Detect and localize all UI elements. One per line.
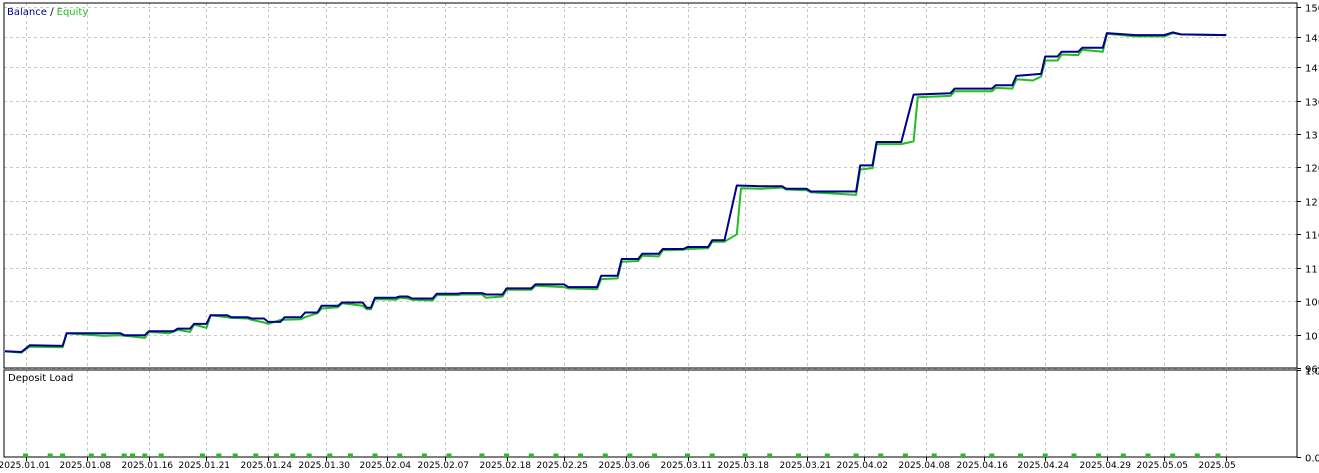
main-y-tick-label: 121 [1305, 198, 1319, 209]
deposit-load-bar [767, 453, 773, 457]
x-tick-label: 2025.02.18 [480, 461, 532, 469]
x-tick-label: 2025.01.08 [60, 461, 112, 469]
deposit-load-bar [878, 453, 884, 457]
deposit-load-bar [121, 453, 127, 457]
deposit-load-bar [158, 453, 164, 457]
deposit-load-bar [528, 453, 534, 457]
x-tick-label: 2025.04.29 [1080, 461, 1132, 469]
main-y-tick-label: 150 [1305, 4, 1319, 15]
deposit-load-bar [88, 453, 94, 457]
deposit-load-bar [960, 453, 966, 457]
deposit-load-bar [1194, 453, 1200, 457]
deposit-load-bar [1170, 453, 1176, 457]
deposit-load-bar [397, 453, 403, 457]
deposit-load-bar [989, 453, 995, 457]
x-tick-label: 2025.03.18 [718, 461, 770, 469]
deposit-load-bar [290, 453, 296, 457]
deposit-load-bar [742, 453, 748, 457]
deposit-load-bar [602, 453, 608, 457]
main-y-tick-label: 106 [1305, 298, 1319, 309]
x-tick-label: 2025.02.07 [418, 461, 470, 469]
main-y-tick-label: 131 [1305, 131, 1319, 142]
deposit-load-bar [931, 453, 937, 457]
deposit-load-bar [1215, 453, 1221, 457]
load-y-tick-label: 0.0 [1305, 454, 1319, 465]
deposit-load-bar [372, 453, 378, 457]
main-y-tick-label: 141 [1305, 64, 1319, 75]
deposit-load-bar [709, 453, 715, 457]
main-y-tick-label: 111 [1305, 265, 1319, 276]
deposit-load-bar [273, 453, 279, 457]
deposit-load-bar [232, 453, 238, 457]
main-y-tick-label: 116 [1305, 231, 1319, 242]
deposit-load-bar [685, 453, 690, 457]
x-tick-label: 2025.04.16 [957, 461, 1009, 469]
deposit-load-bar [253, 453, 259, 457]
legend-separator: / [47, 7, 57, 18]
deposit-load-bar [504, 453, 510, 457]
deposit-load-title: Deposit Load [8, 373, 73, 384]
deposit-load-bar [130, 453, 135, 457]
deposit-load-bar [1071, 453, 1077, 457]
deposit-load-bar [627, 453, 633, 457]
deposit-load-bar [421, 453, 427, 457]
deposit-load-bar [1096, 453, 1102, 457]
deposit-load-bar [1042, 453, 1048, 457]
x-tick-label: 2025.04.24 [1018, 461, 1070, 469]
deposit-load-bar [446, 453, 452, 457]
deposit-load-bar [199, 453, 205, 457]
deposit-load-bar [101, 453, 107, 457]
deposit-load-bar [824, 453, 830, 457]
x-tick-label: 2025.04.08 [899, 461, 951, 469]
x-tick-label: 2025.01.16 [122, 461, 174, 469]
legend-balance: Balance [7, 7, 47, 18]
main-y-tick-label: 126 [1305, 164, 1319, 175]
deposit-load-bar [327, 453, 333, 457]
deposit-load-bar [553, 453, 559, 457]
x-tick-label: 2025.03.21 [780, 461, 832, 469]
x-tick-label: 2025.01.24 [241, 461, 293, 469]
x-tick-label: 2025.03.06 [599, 461, 651, 469]
x-tick-label: 2025.05.05 [1137, 461, 1189, 469]
deposit-load-bar [216, 453, 222, 457]
deposit-load-bar [1018, 453, 1023, 457]
deposit-load-bar [853, 453, 859, 457]
legend-equity: Equity [57, 7, 89, 18]
x-tick-label: 2025.03.11 [661, 461, 713, 469]
legend: Balance / Equity [7, 7, 88, 18]
x-tick-label: 2025.01.21 [179, 461, 231, 469]
main-y-tick-label: 145 [1305, 34, 1319, 45]
deposit-load-bar [306, 453, 312, 457]
x-tick-label: 2025.02.04 [360, 461, 412, 469]
deposit-load-bar [1120, 453, 1126, 457]
main-y-tick-label: 101 [1305, 332, 1319, 343]
deposit-load-bar [652, 453, 658, 457]
deposit-load-bar [60, 453, 66, 457]
deposit-load-bar [1145, 453, 1151, 457]
deposit-load-bar [578, 453, 584, 457]
deposit-load-bar [47, 453, 53, 457]
deposit-load-bar [23, 453, 29, 457]
x-tick-label: 2025.04.02 [837, 461, 889, 469]
chart-canvas: 965101106111116121126131136141145150 1.0… [0, 0, 1319, 471]
main-y-tick-label: 136 [1305, 98, 1319, 109]
load-y-tick-label: 1.0 [1305, 367, 1319, 378]
x-tick-label: 2025.02.25 [537, 461, 589, 469]
deposit-load-bar [347, 453, 353, 457]
legend-text: Balance / Equity [7, 7, 88, 18]
x-tick-label: 2025.05 [1199, 461, 1236, 469]
deposit-load-bar [142, 453, 148, 457]
balance-equity-report: 965101106111116121126131136141145150 1.0… [0, 0, 1319, 471]
x-tick-label: 2025.01.30 [299, 461, 351, 469]
x-tick-label: 2025.01.01 [0, 461, 50, 469]
deposit-load-bar [902, 453, 908, 457]
deposit-load-bar [796, 453, 801, 457]
deposit-load-bar [479, 453, 485, 457]
